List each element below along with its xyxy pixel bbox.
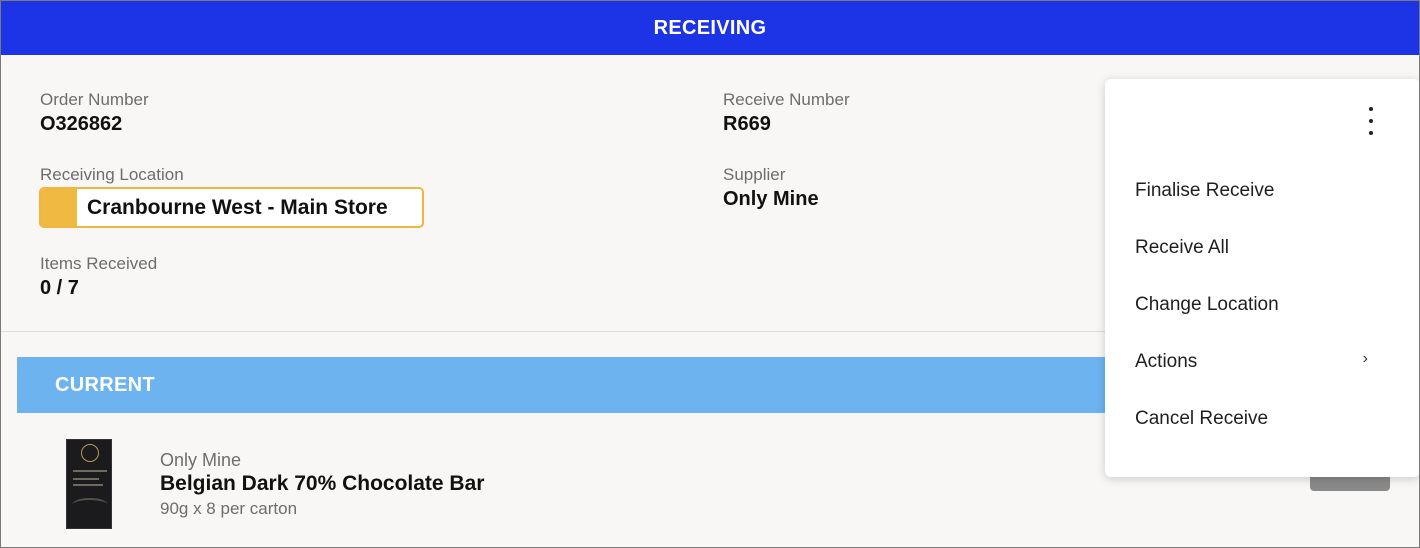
item-pack-size: 90g x 8 per carton xyxy=(160,499,298,518)
menu-item-receive-all[interactable]: Receive All xyxy=(1105,226,1419,270)
menu-item-label: Finalise Receive xyxy=(1135,180,1275,201)
menu-item-label: Change Location xyxy=(1135,294,1279,315)
menu-item-label: Actions xyxy=(1135,351,1198,372)
chevron-right-icon: › xyxy=(1362,350,1368,367)
menu-item-cancel-receive[interactable]: Cancel Receive xyxy=(1105,397,1419,441)
item-name: Belgian Dark 70% Chocolate Bar xyxy=(160,472,485,495)
receiving-screen: RECEIVING Order Number O326862 Receiving… xyxy=(0,0,1420,548)
menu-item-label: Cancel Receive xyxy=(1135,408,1269,429)
order-number-value: O326862 xyxy=(40,113,123,135)
label-line xyxy=(73,484,103,486)
items-received-value: 0 / 7 xyxy=(40,277,79,299)
location-color-swatch xyxy=(41,189,77,226)
item-supplier: Only Mine xyxy=(160,450,242,470)
menu-item-change-location[interactable]: Change Location xyxy=(1105,283,1419,327)
receiving-location-label: Receiving Location xyxy=(40,165,184,184)
packaging-wave xyxy=(72,498,108,512)
receive-number-value: R669 xyxy=(723,113,771,135)
label-line xyxy=(73,470,107,472)
menu-item-actions[interactable]: Actions › xyxy=(1105,340,1419,384)
receive-number-label: Receive Number xyxy=(723,90,850,109)
order-number-label: Order Number xyxy=(40,90,149,109)
section-title: CURRENT xyxy=(55,373,155,396)
receiving-location-value: Cranbourne West - Main Store xyxy=(87,195,388,219)
supplier-label: Supplier xyxy=(723,165,786,184)
label-line xyxy=(73,478,99,480)
page-title: RECEIVING xyxy=(653,16,767,39)
brand-logo-icon xyxy=(81,444,99,462)
menu-item-finalise-receive[interactable]: Finalise Receive xyxy=(1105,169,1419,213)
receiving-location-badge: Cranbourne West - Main Store xyxy=(39,187,424,228)
supplier-value: Only Mine xyxy=(723,188,819,210)
items-received-label: Items Received xyxy=(40,254,158,273)
menu-item-label: Receive All xyxy=(1135,237,1229,258)
kebab-menu-icon[interactable] xyxy=(1360,107,1382,135)
options-menu: Finalise Receive Receive All Change Loca… xyxy=(1105,79,1419,477)
header-bar: RECEIVING xyxy=(1,1,1419,55)
product-image xyxy=(66,439,112,529)
